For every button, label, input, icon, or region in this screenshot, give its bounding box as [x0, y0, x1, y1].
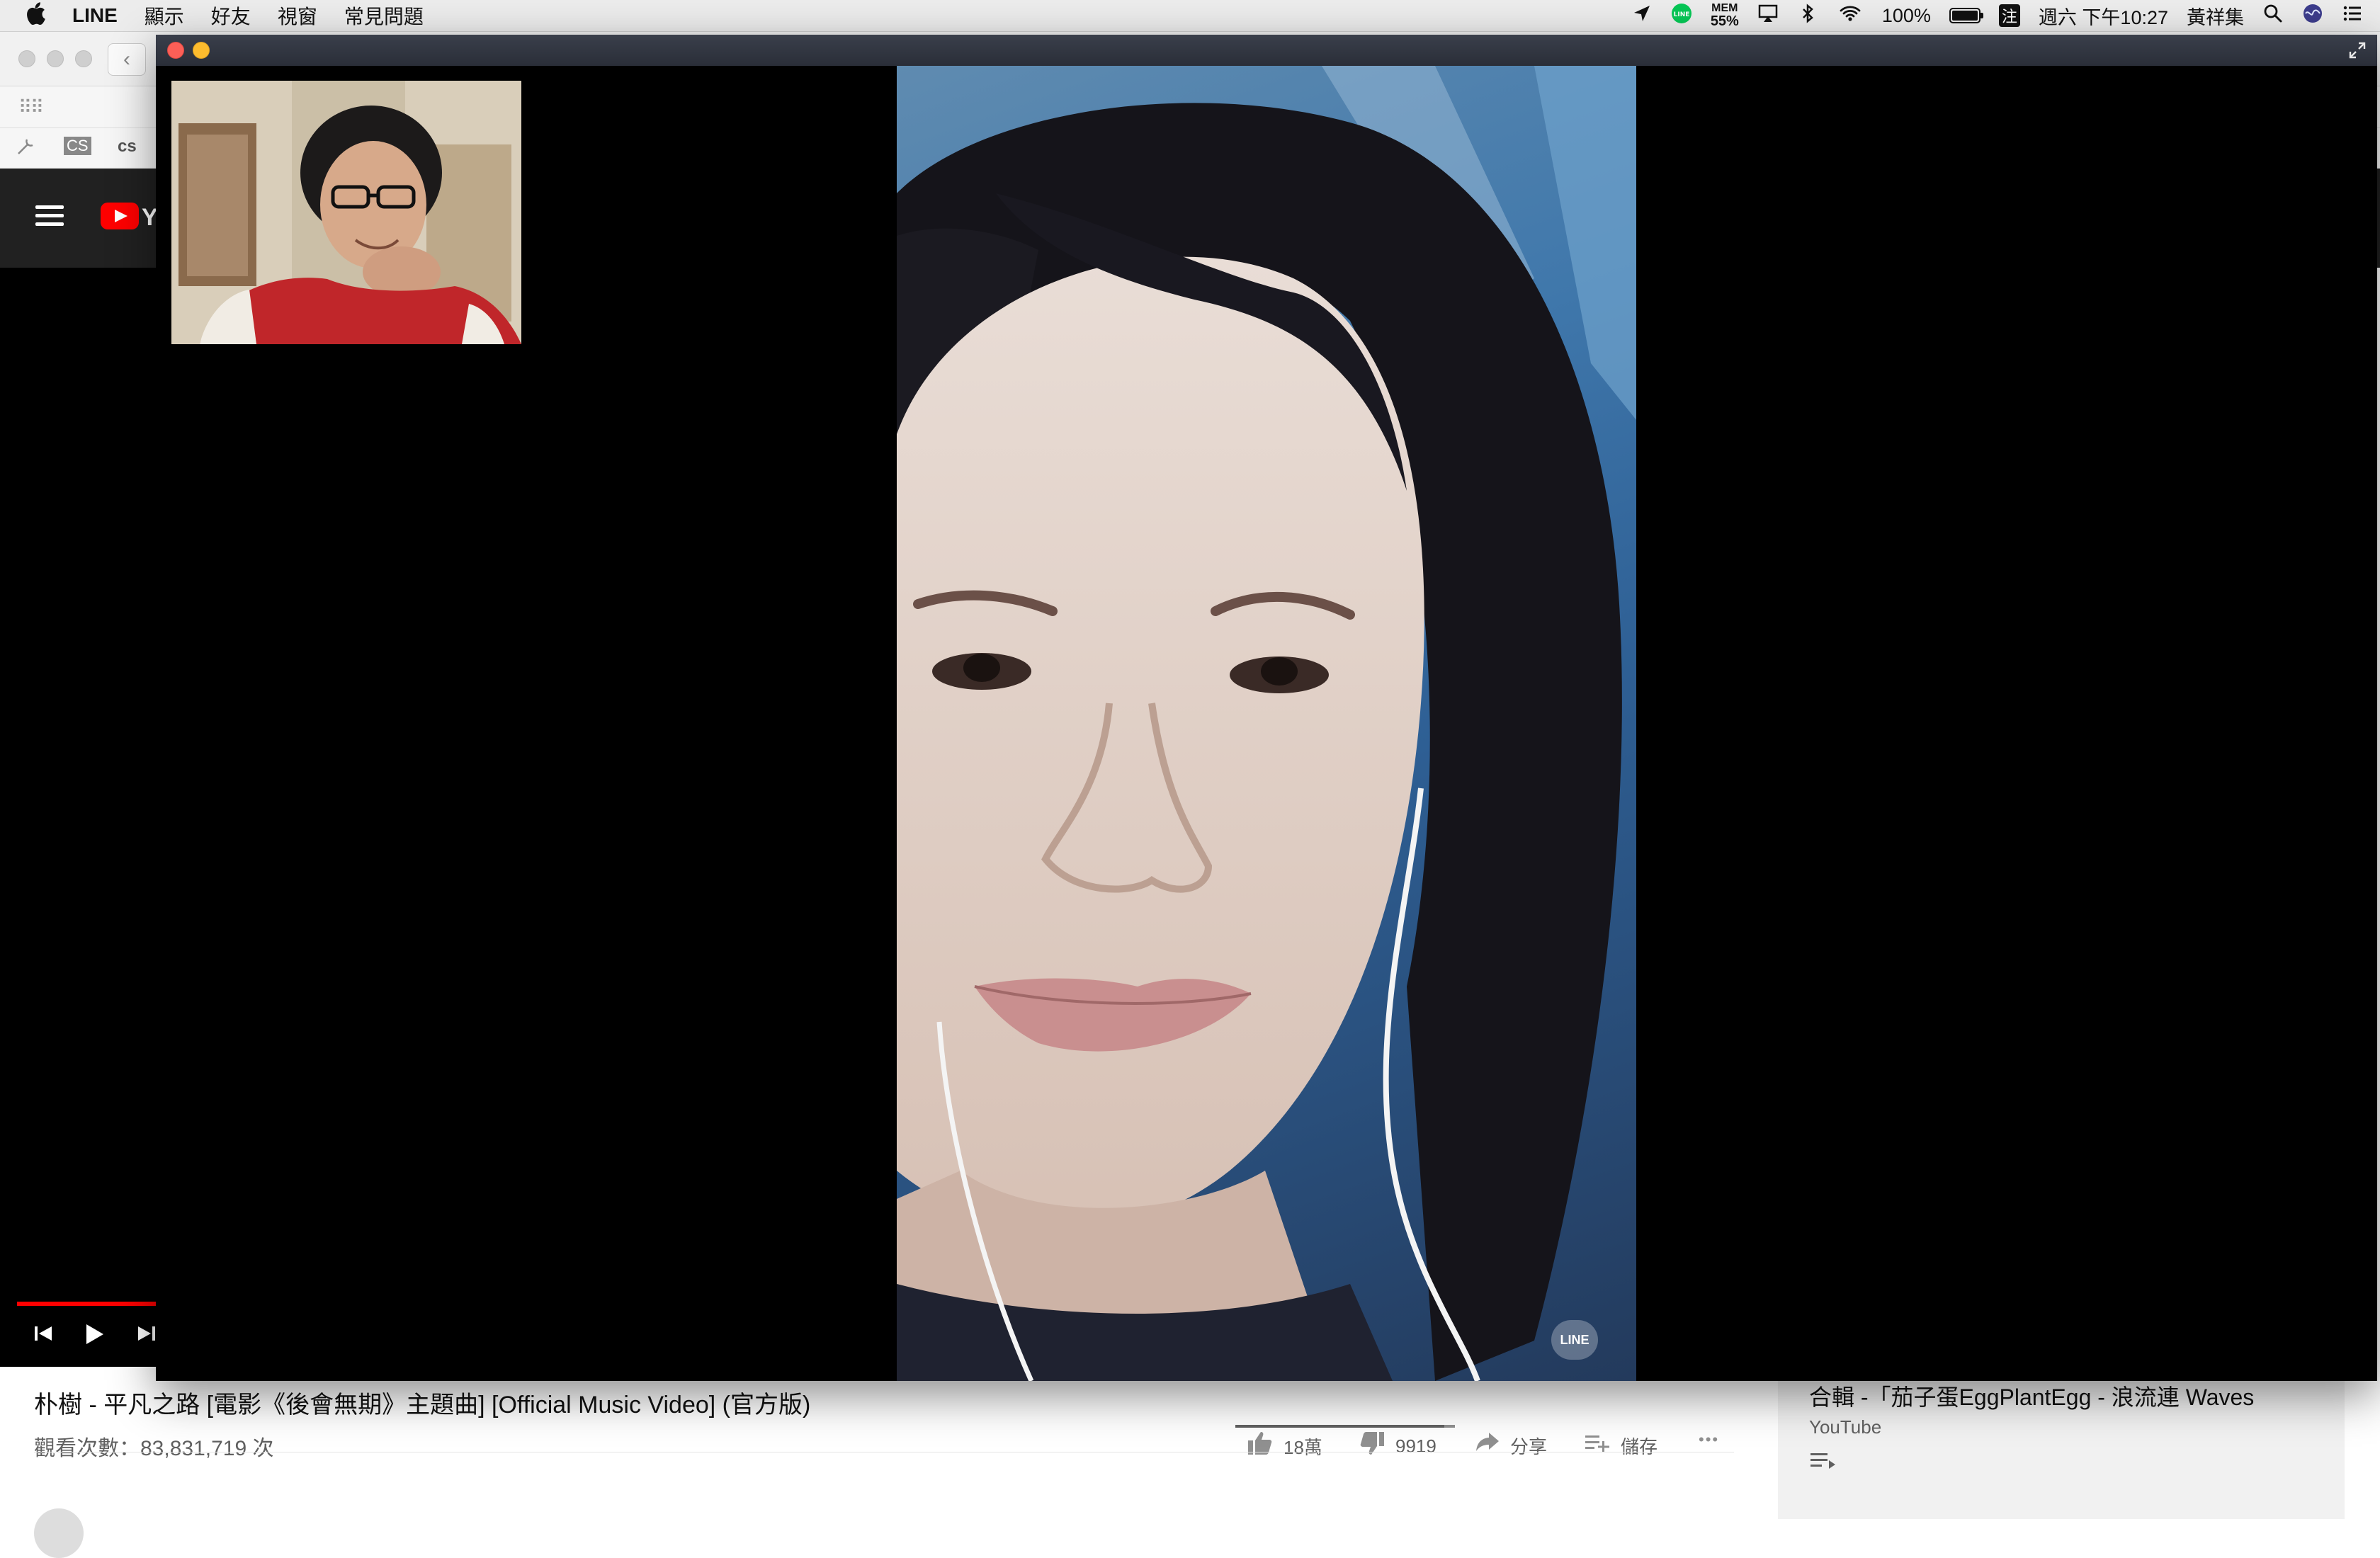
bluetooth-icon[interactable] [1797, 3, 1818, 29]
app-menu-line[interactable]: LINE [72, 4, 118, 27]
play-icon[interactable] [84, 1323, 105, 1352]
remote-video: LINE [897, 66, 1636, 1381]
self-person-image [171, 81, 521, 344]
browser-zoom-button[interactable] [75, 50, 92, 67]
airplay-icon[interactable] [1757, 3, 1779, 29]
view-count: 觀看次數：83,831,719 次 [34, 1437, 274, 1460]
youtube-logo-icon[interactable] [101, 203, 139, 229]
input-method-indicator[interactable]: 注 [1998, 4, 2020, 27]
save-button[interactable]: 儲存 [1584, 1431, 1658, 1460]
video-title: 朴樹 - 平凡之路 [電影《後會無期》主題曲] [Official Music … [34, 1392, 811, 1418]
thumbs-up-icon [1247, 1431, 1274, 1462]
playlist-icon [1809, 1450, 1837, 1475]
video-info-panel: 朴樹 - 平凡之路 [電影《後會無期》主題曲] [Official Music … [0, 1367, 1785, 1487]
next-icon[interactable] [136, 1323, 157, 1351]
siri-icon[interactable] [2302, 3, 2323, 29]
apple-icon[interactable] [26, 1, 45, 30]
user-name[interactable]: 黃祥集 [2187, 2, 2244, 30]
bookmark-cs-2[interactable]: cs [118, 137, 137, 157]
close-button[interactable] [167, 42, 184, 59]
previous-icon[interactable] [33, 1323, 54, 1351]
thumbs-down-icon [1359, 1431, 1386, 1462]
remote-person-image [897, 66, 1636, 1381]
minimize-button[interactable] [193, 42, 210, 59]
menu-bar: LINE 顯示 好友 視窗 常見問題 LINE MEM 55% 100% 注 週… [0, 0, 2380, 32]
location-icon[interactable] [1631, 3, 1653, 29]
apps-grid-icon[interactable]: ⠿⠿ [18, 96, 44, 118]
memory-monitor[interactable]: MEM 55% [1711, 3, 1739, 29]
browser-minimize-button[interactable] [47, 50, 64, 67]
menu-view[interactable]: 顯示 [144, 1, 184, 30]
add-to-playlist-icon [1584, 1431, 1611, 1460]
like-button[interactable]: 18萬 [1247, 1431, 1322, 1462]
line-video-call-window: LINE [156, 35, 2377, 1381]
share-button[interactable]: 分享 [1475, 1431, 1547, 1460]
bookmark-tool-icon[interactable] [14, 137, 35, 163]
dislike-count: 9919 [1395, 1435, 1436, 1457]
related-playlist-item[interactable]: 合輯 -「茄子蛋EggPlantEgg - 浪流連 Waves YouTube [1778, 1367, 2345, 1519]
bookmark-cs-1[interactable]: CS [64, 137, 91, 155]
call-video-area[interactable]: LINE [156, 66, 2377, 1381]
related-playlist-title: 合輯 -「茄子蛋EggPlantEgg - 浪流連 Waves [1809, 1384, 2255, 1410]
share-icon [1475, 1431, 1500, 1460]
more-actions-button[interactable]: ••• [1699, 1431, 1719, 1449]
clock[interactable]: 週六 下午10:27 [2039, 2, 2168, 30]
menu-faq[interactable]: 常見問題 [344, 1, 424, 30]
call-title-bar [156, 35, 2377, 66]
save-label: 儲存 [1621, 1435, 1658, 1457]
share-label: 分享 [1510, 1435, 1548, 1457]
hamburger-menu-icon[interactable] [35, 205, 64, 227]
self-preview-video[interactable] [171, 81, 521, 344]
like-count: 18萬 [1284, 1437, 1322, 1458]
menu-window[interactable]: 視窗 [278, 1, 317, 30]
line-watermark-icon: LINE [1551, 1320, 1598, 1360]
menu-friends[interactable]: 好友 [211, 1, 251, 30]
back-button[interactable]: ‹ [108, 43, 146, 76]
fullscreen-expand-icon[interactable] [2347, 40, 2367, 60]
dislike-button[interactable]: 9919 [1359, 1431, 1436, 1462]
notification-center-icon[interactable] [2342, 3, 2363, 29]
battery-icon[interactable] [1949, 8, 1983, 23]
related-playlist-channel: YouTube [1809, 1416, 1882, 1438]
spotlight-search-icon[interactable] [2262, 3, 2284, 29]
wifi-icon[interactable] [1837, 3, 1864, 29]
video-progress-bar[interactable] [17, 1302, 156, 1306]
battery-percent[interactable]: 100% [1882, 5, 1931, 27]
browser-close-button[interactable] [18, 50, 35, 67]
channel-avatar[interactable] [34, 1508, 84, 1558]
line-status-icon[interactable]: LINE [1671, 3, 1692, 29]
svg-text:LINE: LINE [1673, 11, 1689, 18]
like-ratio-bar [1235, 1425, 1455, 1428]
